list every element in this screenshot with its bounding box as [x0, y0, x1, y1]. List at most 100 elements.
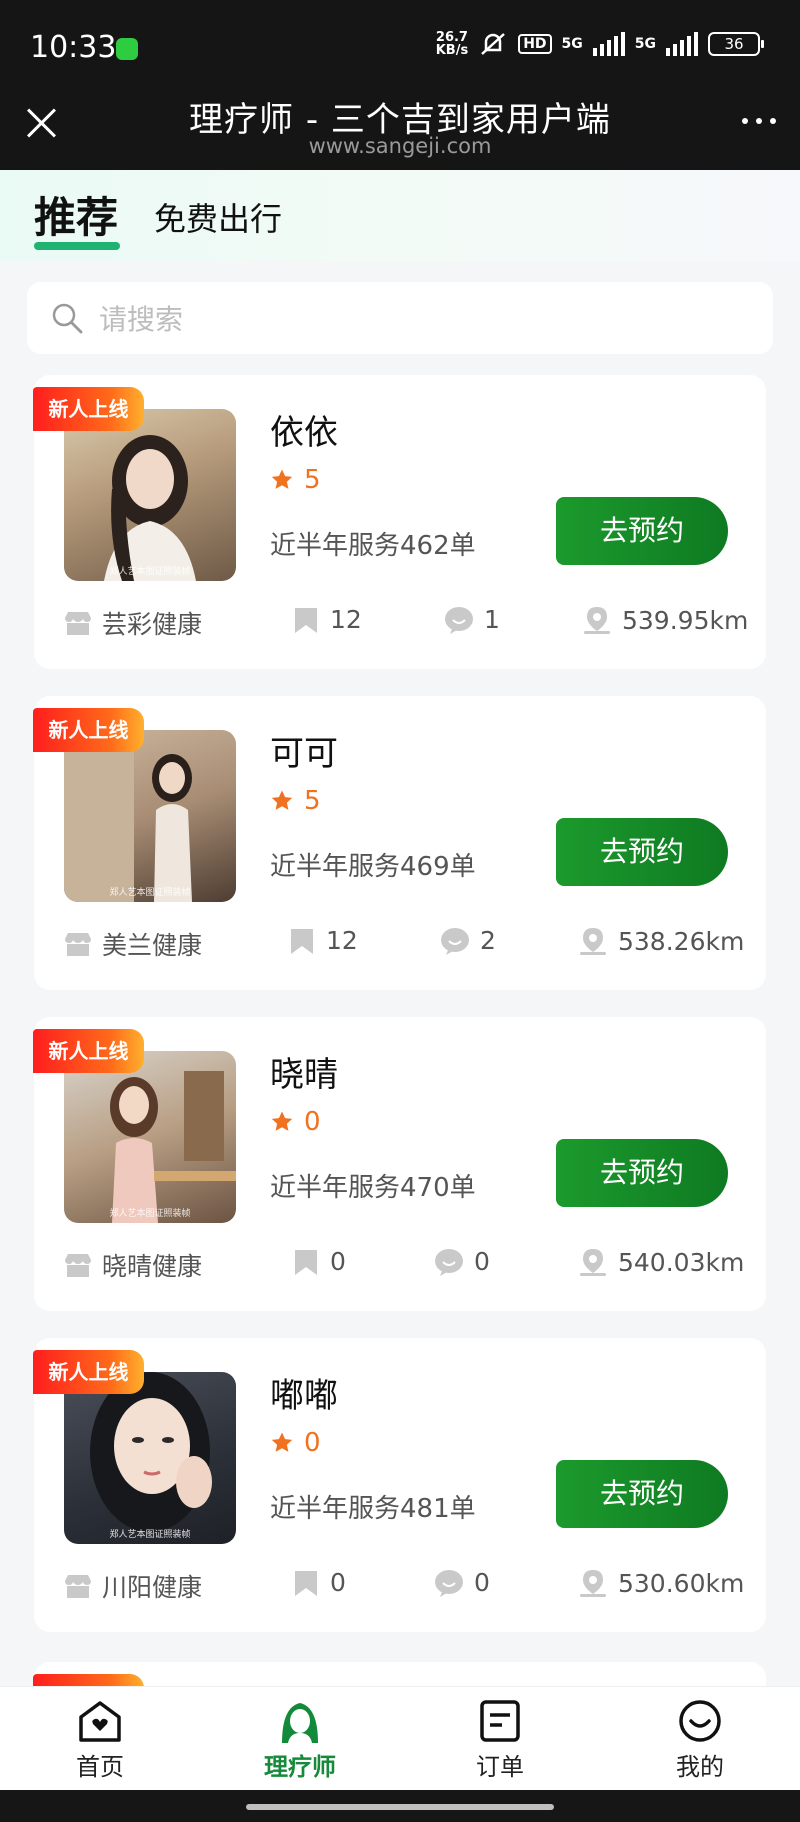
search-placeholder: 请搜索: [99, 303, 184, 336]
shop-name: 川阳健康: [102, 1573, 203, 1602]
signal-bars-2-icon: [666, 32, 698, 56]
search-input[interactable]: 请搜索: [27, 282, 773, 354]
nav-therapist-label: 理疗师: [264, 1753, 336, 1781]
favorites-count: 12: [330, 605, 362, 634]
nav-profile-label: 我的: [676, 1753, 724, 1781]
book-button[interactable]: 去预约: [556, 1460, 728, 1528]
active-tab-indicator: [34, 242, 120, 250]
star-icon: [271, 790, 293, 810]
therapist-photo: 郑人艺本图证照装帧: [64, 1372, 236, 1544]
nav-home-label: 首页: [76, 1753, 124, 1781]
therapist-name: 可可: [270, 734, 338, 774]
location-icon: [580, 1249, 606, 1276]
bookmark-icon: [295, 1249, 317, 1275]
nav-therapist[interactable]: 理疗师: [240, 1699, 360, 1782]
shop-info: 晓晴健康: [64, 1247, 202, 1283]
location-icon: [580, 1570, 606, 1597]
therapist-card[interactable]: 郑人艺本图证照装帧 新人上线 晓晴 0 近半年服务470单 去预约 晓晴健康 0…: [33, 1017, 766, 1311]
therapist-card[interactable]: 郑人艺本图证照装帧 新人上线 依依 5 近半年服务462单 去预约 芸彩健康 1…: [33, 375, 766, 669]
therapist-name: 依依: [270, 413, 338, 453]
comments-info: 1: [444, 605, 500, 634]
new-arrival-badge: 新人上线: [33, 1029, 144, 1073]
nav-home[interactable]: 首页: [40, 1699, 160, 1782]
signal-label-1: 5G: [561, 36, 583, 52]
comments-count: 0: [474, 1247, 490, 1276]
comments-count: 0: [474, 1568, 490, 1597]
tab-free-travel[interactable]: 免费出行: [154, 194, 282, 240]
rating-value: 0: [304, 1107, 321, 1137]
therapist-card[interactable]: 郑人艺本图证照装帧 新人上线 可可 5 近半年服务469单 去预约 美兰健康 1…: [33, 696, 766, 990]
search-icon: [52, 303, 83, 334]
therapist-card[interactable]: 郑人艺本图证照装帧 新人上线 嘟嘟 0 近半年服务481单 去预约 川阳健康 0…: [33, 1338, 766, 1632]
status-time: 10:33: [30, 30, 117, 65]
distance: 538.26km: [618, 926, 745, 956]
comments-count: 2: [480, 926, 496, 955]
comments-info: 2: [440, 926, 496, 955]
book-button[interactable]: 去预约: [556, 818, 728, 886]
new-arrival-badge: 新人上线: [33, 387, 144, 431]
shop-icon: [65, 933, 91, 956]
shop-name: 美兰健康: [102, 931, 203, 960]
page-url: www.sangeji.com: [308, 134, 492, 158]
favorites-info: 0: [292, 1247, 346, 1276]
rating-value: 5: [304, 786, 321, 816]
favorites-info: 0: [292, 1568, 346, 1597]
more-options-button[interactable]: [742, 118, 776, 124]
new-arrival-badge: 新人上线: [33, 708, 144, 752]
profile-icon: [679, 1700, 721, 1742]
comment-icon: [435, 1569, 463, 1597]
star-icon: [271, 1111, 293, 1131]
mute-bell-icon: [481, 33, 506, 55]
rating-value: 0: [304, 1428, 321, 1458]
therapist-name: 晓晴: [270, 1055, 338, 1095]
rating: 0: [270, 1107, 321, 1137]
comments-count: 1: [484, 605, 500, 634]
comments-info: 0: [434, 1247, 490, 1276]
new-arrival-badge: 新人上线: [33, 1350, 144, 1394]
app-notification-icon: [116, 38, 138, 60]
book-button[interactable]: 去预约: [556, 497, 728, 565]
signal-bars-1-icon: [592, 32, 625, 56]
nav-orders-label: 订单: [476, 1753, 524, 1781]
location-icon: [580, 928, 606, 955]
favorites-info: 12: [292, 605, 362, 634]
network-speed: 26.7 KB/s: [435, 30, 469, 58]
rating-value: 5: [304, 465, 321, 495]
order-count: 近半年服务469单: [270, 852, 476, 882]
system-gesture-bar: [0, 1790, 800, 1822]
order-count: 近半年服务470单: [270, 1173, 476, 1203]
distance-info: 540.03km: [578, 1247, 744, 1277]
status-indicators: 26.7 KB/s HD 5G 5G 36: [435, 30, 764, 58]
distance-info: 530.60km: [578, 1568, 744, 1598]
rating: 0: [270, 1428, 321, 1458]
comment-icon: [441, 927, 469, 955]
title-bar: 理疗师 - 三个吉到家用户端 www.sangeji.com: [0, 92, 800, 170]
nav-orders[interactable]: 订单: [440, 1699, 560, 1782]
shop-info: 美兰健康: [64, 926, 202, 962]
rating: 5: [270, 786, 321, 816]
signal-label-2: 5G: [634, 36, 656, 52]
shop-name: 芸彩健康: [102, 610, 203, 639]
therapist-photo: 郑人艺本图证照装帧: [64, 730, 236, 902]
order-count: 近半年服务481单: [270, 1494, 476, 1524]
location-icon: [584, 607, 610, 634]
shop-icon: [65, 612, 91, 635]
comment-icon: [445, 606, 473, 634]
distance: 539.95km: [622, 605, 749, 635]
shop-info: 芸彩健康: [64, 605, 202, 641]
comment-icon: [435, 1248, 463, 1276]
distance-info: 539.95km: [582, 605, 748, 635]
shop-icon: [65, 1254, 91, 1277]
bookmark-icon: [295, 1570, 317, 1596]
home-indicator[interactable]: [246, 1804, 554, 1810]
nav-profile[interactable]: 我的: [640, 1699, 760, 1782]
shop-info: 川阳健康: [64, 1568, 202, 1604]
tab-recommended[interactable]: 推荐: [34, 184, 118, 245]
rating: 5: [270, 465, 321, 495]
favorites-count: 0: [330, 1568, 346, 1597]
category-tabs: 推荐 免费出行: [0, 170, 800, 262]
home-icon: [79, 1701, 121, 1742]
shop-icon: [65, 1575, 91, 1598]
book-button[interactable]: 去预约: [556, 1139, 728, 1207]
bookmark-icon: [291, 928, 313, 954]
